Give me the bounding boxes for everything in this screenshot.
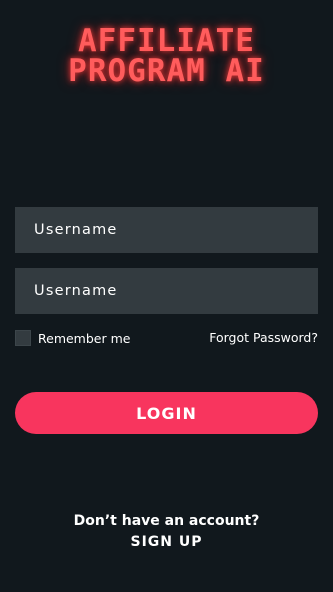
forgot-password-link[interactable]: Forgot Password? [209,330,318,345]
logo-line-1: AFFILIATE [78,23,255,59]
logo-line-2: PROGRAM AI [68,53,265,89]
login-screen: AFFILIATE PROGRAM AI Remember me Forgot … [0,0,333,592]
app-logo: AFFILIATE PROGRAM AI [0,23,333,89]
remember-me-label: Remember me [38,330,131,346]
username-input[interactable] [15,207,318,253]
sign-up-link[interactable]: SIGN UP [0,534,333,550]
no-account-text: Don’t have an account? [73,513,260,529]
remember-me-toggle[interactable]: Remember me [15,329,130,347]
password-input[interactable] [15,268,318,314]
login-button[interactable]: LOGIN [15,392,318,434]
remember-me-checkbox[interactable] [15,330,31,346]
